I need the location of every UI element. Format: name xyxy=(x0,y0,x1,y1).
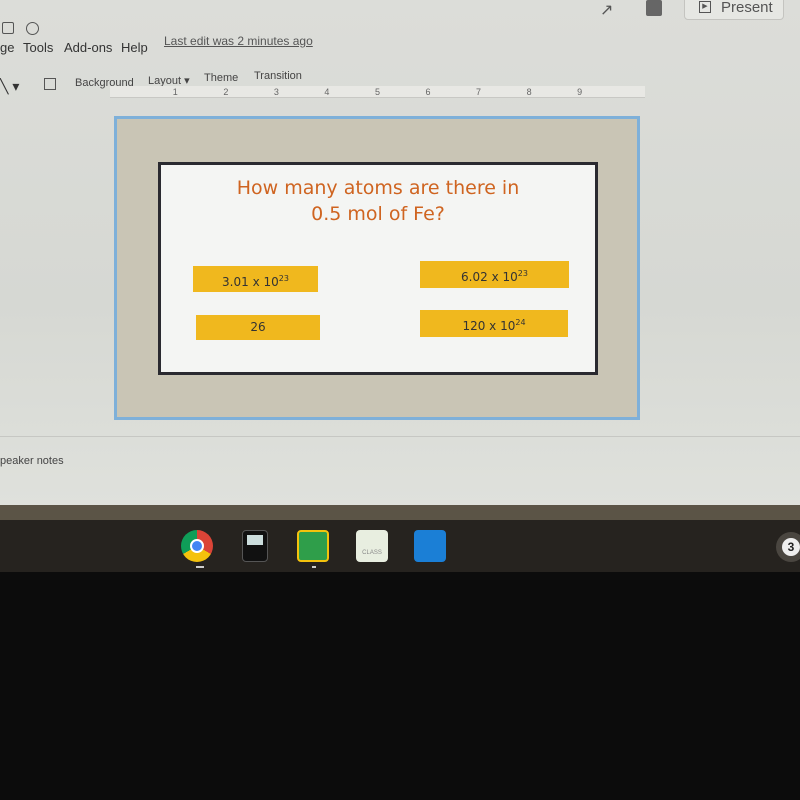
present-label: Present xyxy=(721,0,773,16)
question-line-1: How many atoms are there in xyxy=(236,177,520,199)
answer-option-1[interactable]: 3.01 x 1023 xyxy=(193,266,318,292)
add-comment-icon[interactable] xyxy=(44,78,56,90)
chrome-icon[interactable] xyxy=(181,530,213,562)
running-indicator xyxy=(196,566,204,568)
ruler-tick: 7 xyxy=(476,86,482,97)
class-app-icon[interactable]: CLASS xyxy=(356,530,388,562)
answer-text: 6.02 x 10 xyxy=(461,270,518,284)
menu-addons[interactable]: Add-ons xyxy=(64,40,112,55)
shelf xyxy=(0,520,800,572)
answer-exponent: 23 xyxy=(517,269,528,278)
speaker-notes[interactable]: peaker notes xyxy=(0,455,64,467)
answer-text: 120 x 10 xyxy=(462,319,516,333)
shield-app-icon[interactable] xyxy=(414,530,446,562)
answer-option-2[interactable]: 6.02 x 1023 xyxy=(420,261,569,288)
notification-count: 3 xyxy=(782,538,800,556)
answer-text: 3.01 x 10 xyxy=(222,275,279,289)
ruler-tick: 8 xyxy=(526,86,532,97)
answer-exponent: 24 xyxy=(515,318,526,327)
answer-option-3[interactable]: 26 xyxy=(196,315,320,340)
transition-button[interactable]: Transition xyxy=(254,70,302,82)
menu-help[interactable]: Help xyxy=(121,40,148,55)
theme-button[interactable]: Theme xyxy=(204,72,238,84)
question-text: How many atoms are there in 0.5 mol of F… xyxy=(161,175,595,227)
notification-badge[interactable]: 3 xyxy=(776,532,800,562)
ruler[interactable]: 1 2 3 4 5 6 7 8 9 xyxy=(110,86,645,98)
ruler-tick: 2 xyxy=(223,86,229,97)
move-to-folder-icon[interactable] xyxy=(2,22,14,34)
menu-arrange[interactable]: ge xyxy=(0,40,14,55)
answer-option-4[interactable]: 120 x 1024 xyxy=(420,310,568,337)
screen-bezel xyxy=(0,505,800,520)
ruler-tick: 1 xyxy=(172,86,178,97)
screen: ge Tools Add-ons Help Last edit was 2 mi… xyxy=(0,0,800,505)
answer-text: 26 xyxy=(250,320,266,334)
play-icon: ▶ xyxy=(699,1,711,13)
calculator-icon[interactable] xyxy=(242,530,268,562)
activity-icon[interactable]: ↗ xyxy=(600,0,613,20)
notes-divider[interactable] xyxy=(0,436,800,437)
line-tool-icon[interactable]: ╲ ▾ xyxy=(0,78,19,95)
ruler-tick: 9 xyxy=(577,86,583,97)
running-indicator xyxy=(312,566,316,568)
ruler-tick: 6 xyxy=(425,86,431,97)
last-edit-link[interactable]: Last edit was 2 minutes ago xyxy=(164,34,313,48)
comments-icon[interactable] xyxy=(646,0,662,16)
ruler-tick: 5 xyxy=(374,86,380,97)
drive-status-icon[interactable] xyxy=(26,22,39,35)
menu-tools[interactable]: Tools xyxy=(23,40,53,55)
ruler-tick: 3 xyxy=(273,86,279,97)
present-button[interactable]: ▶ Present xyxy=(684,0,784,20)
question-line-2: 0.5 mol of Fe? xyxy=(311,203,445,225)
answer-exponent: 23 xyxy=(278,274,289,283)
ruler-tick: 4 xyxy=(324,86,330,97)
google-classroom-icon[interactable] xyxy=(297,530,329,562)
